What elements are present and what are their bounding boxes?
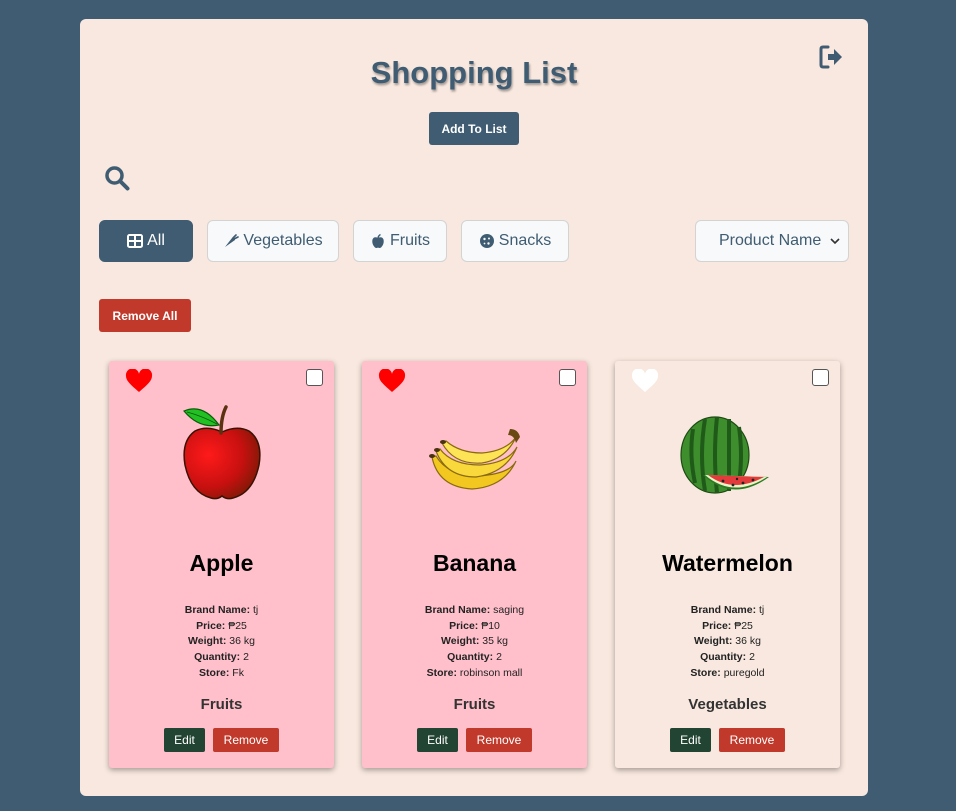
apple-icon <box>372 233 384 248</box>
add-to-list-button[interactable]: Add To List <box>429 112 519 145</box>
remove-all-button[interactable]: Remove All <box>99 299 191 332</box>
heart-icon[interactable] <box>631 369 659 393</box>
quantity-line: Quantity: 2 <box>700 651 755 664</box>
shopping-panel: Shopping List Add To List All Vegetables <box>80 19 868 796</box>
filter-vegetables[interactable]: Vegetables <box>207 220 339 262</box>
edit-button[interactable]: Edit <box>164 728 205 752</box>
search-icon[interactable] <box>104 165 130 191</box>
product-card-banana: Banana Brand Name: saging Price: ₱10 Wei… <box>362 361 587 768</box>
edit-button[interactable]: Edit <box>670 728 711 752</box>
banana-image <box>428 429 520 490</box>
remove-button[interactable]: Remove <box>466 728 532 752</box>
weight-line: Weight: 35 kg <box>441 635 508 648</box>
select-checkbox[interactable] <box>812 369 829 386</box>
brand-line: Brand Name: tj <box>690 604 765 616</box>
product-category: Fruits <box>200 696 243 713</box>
grid-icon <box>127 234 144 248</box>
weight-line: Weight: 36 kg <box>694 635 761 648</box>
price-line: Price: ₱25 <box>702 619 753 632</box>
chevron-down-icon <box>830 238 840 245</box>
watermelon-image <box>679 416 769 494</box>
store-line: Store: Fk <box>199 666 244 679</box>
select-checkbox[interactable] <box>559 369 576 386</box>
heart-icon[interactable] <box>378 369 406 393</box>
store-line: Store: puregold <box>690 666 765 679</box>
filter-all[interactable]: All <box>99 220 193 262</box>
brand-line: Brand Name: tj <box>184 604 259 616</box>
brand-line: Brand Name: saging <box>424 604 525 616</box>
product-info: Brand Name: tj Price: ₱25 Weight: 36 kg … <box>109 603 334 682</box>
cookie-icon <box>479 234 494 248</box>
filter-fruits[interactable]: Fruits <box>353 220 447 262</box>
sort-selected-value: Product Name <box>719 232 822 249</box>
edit-button[interactable]: Edit <box>417 728 458 752</box>
remove-button[interactable]: Remove <box>719 728 785 752</box>
filter-label: Vegetables <box>243 232 323 249</box>
heart-icon[interactable] <box>125 369 153 393</box>
filter-label: Fruits <box>390 232 430 249</box>
product-card-watermelon: Watermelon Brand Name: tj Price: ₱25 Wei… <box>615 361 840 768</box>
product-info: Brand Name: saging Price: ₱10 Weight: 35… <box>362 603 587 682</box>
carrot-icon <box>225 234 240 247</box>
select-checkbox[interactable] <box>306 369 323 386</box>
quantity-line: Quantity: 2 <box>194 651 249 664</box>
filter-label: Snacks <box>498 232 552 249</box>
filter-snacks[interactable]: Snacks <box>461 220 569 262</box>
weight-line: Weight: 36 kg <box>188 635 255 648</box>
product-category: Vegetables <box>688 696 767 713</box>
quantity-line: Quantity: 2 <box>447 651 502 664</box>
remove-button[interactable]: Remove <box>213 728 279 752</box>
product-name: Banana <box>432 550 517 576</box>
price-line: Price: ₱25 <box>196 619 247 632</box>
apple-image <box>182 405 261 500</box>
product-name: Watermelon <box>662 550 793 576</box>
sort-select[interactable]: Product Name <box>695 220 849 262</box>
product-category: Fruits <box>453 696 496 713</box>
price-line: Price: ₱10 <box>449 619 500 632</box>
product-info: Brand Name: tj Price: ₱25 Weight: 36 kg … <box>615 603 840 682</box>
store-line: Store: robinson mall <box>426 666 523 679</box>
product-name: Apple <box>189 550 254 576</box>
filter-label: All <box>147 232 165 249</box>
page-title: Shopping List <box>370 55 578 90</box>
product-card-apple: Apple Brand Name: tj Price: ₱25 Weight: … <box>109 361 334 768</box>
